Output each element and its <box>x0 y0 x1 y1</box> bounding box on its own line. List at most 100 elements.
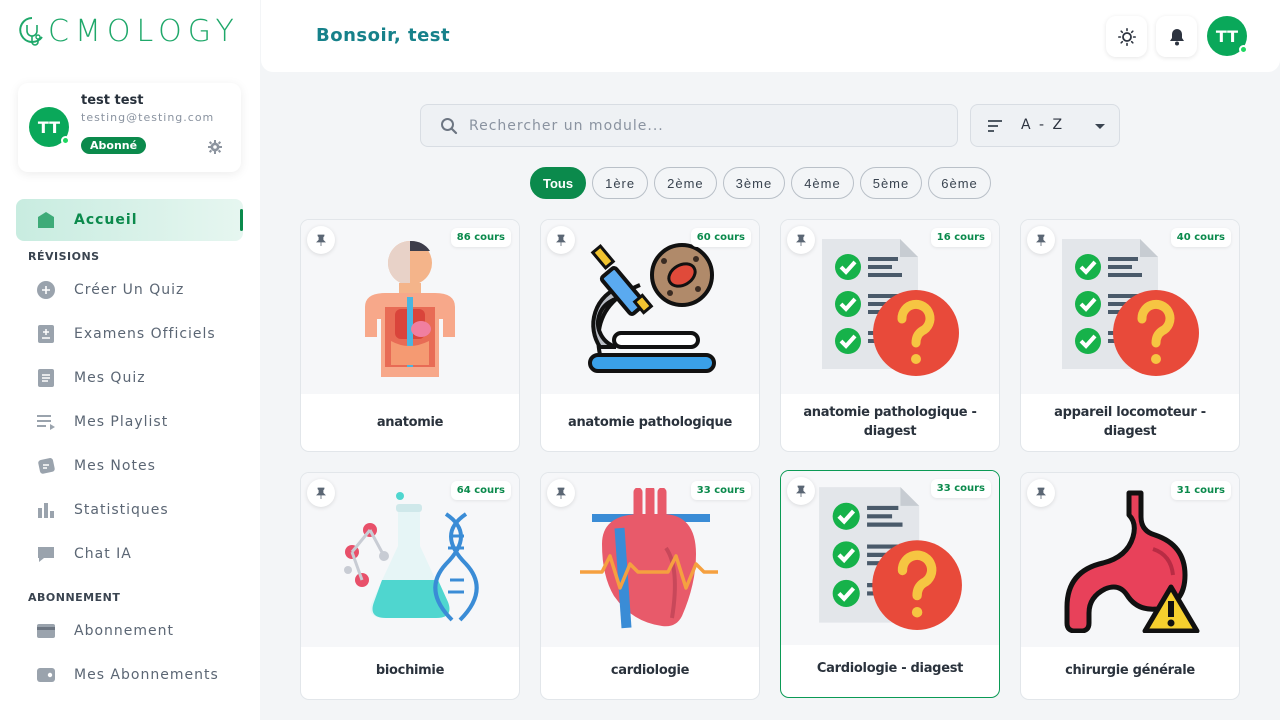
course-count-badge: 33 cours <box>930 479 991 498</box>
card-icon <box>36 621 56 641</box>
sidebar-item-mes-abonnements[interactable]: Mes Abonnements <box>36 663 219 687</box>
pin-button[interactable] <box>547 226 575 254</box>
pin-button[interactable] <box>1027 226 1055 254</box>
sidebar-item-label: Mes Quiz <box>74 370 146 386</box>
module-card[interactable]: 31 cours chirurgie générale <box>1020 472 1240 700</box>
sidebar-item-statistiques[interactable]: Statistiques <box>36 498 169 522</box>
pin-icon <box>1036 487 1046 499</box>
pin-icon <box>316 234 326 246</box>
stomach-warning-icon <box>1064 490 1200 633</box>
brand-logo[interactable]: CMOLOGY <box>18 14 240 49</box>
avatar-initials: TT <box>37 117 61 137</box>
pin-icon <box>316 487 326 499</box>
sidebar-item-label: Statistiques <box>74 502 169 518</box>
section-label-abonnement: ABONNEMENT <box>28 591 121 604</box>
pin-icon <box>556 234 566 246</box>
module-title: anatomie pathologique <box>568 414 732 430</box>
checklist-question-icon <box>819 487 962 630</box>
top-header: Bonsoir, test TT <box>261 0 1280 72</box>
module-card[interactable]: 64 cours biochimie <box>300 472 520 700</box>
profile-email: testing@testing.com <box>81 111 215 124</box>
plus-circle-icon <box>36 280 56 300</box>
sidebar-item-label: Examens Officiels <box>74 326 216 342</box>
stats-icon <box>36 500 56 520</box>
filter-chip-3eme[interactable]: 3ème <box>722 167 786 199</box>
search-bar <box>420 104 958 147</box>
sidebar-item-abonnement[interactable]: Abonnement <box>36 619 174 643</box>
chat-icon <box>36 544 56 564</box>
sidebar-item-label: Accueil <box>74 212 138 228</box>
sidebar-item-accueil[interactable]: Accueil <box>36 208 138 232</box>
course-count-badge: 86 cours <box>450 228 511 247</box>
filter-chip-2eme[interactable]: 2ème <box>654 167 717 199</box>
module-title: appareil locomoteur - diagest <box>1054 405 1206 439</box>
home-icon <box>36 210 56 230</box>
module-title: anatomie pathologique - diagest <box>803 405 977 439</box>
playlist-icon <box>36 412 56 432</box>
search-input[interactable] <box>469 113 939 139</box>
heart-icon <box>580 488 718 629</box>
active-indicator <box>240 209 243 231</box>
header-avatar[interactable]: TT <box>1207 16 1248 56</box>
filter-chip-6eme[interactable]: 6ème <box>928 167 991 199</box>
module-title: anatomie <box>376 414 444 430</box>
notifications-button[interactable] <box>1156 16 1197 57</box>
brand-name: CMOLOGY <box>48 14 240 49</box>
sidebar-item-label: Abonnement <box>74 623 175 639</box>
pin-icon <box>556 487 566 499</box>
sidebar-item-label: Mes Notes <box>74 458 156 474</box>
module-card[interactable]: 86 cours anatomie <box>300 219 520 452</box>
anatomy-body-icon <box>365 240 455 377</box>
sidebar-item-label: Mes Abonnements <box>74 667 219 683</box>
sort-select[interactable]: A - Z <box>970 104 1120 147</box>
module-title: biochimie <box>375 662 445 678</box>
greeting: Bonsoir, test <box>316 25 451 46</box>
course-count-badge: 31 cours <box>1170 481 1231 500</box>
filter-chip-tous[interactable]: Tous <box>530 167 587 199</box>
avatar-initials: TT <box>1215 26 1239 46</box>
filter-chip-5eme[interactable]: 5ème <box>859 167 923 199</box>
filter-chip-4eme[interactable]: 4ème <box>791 167 854 199</box>
pin-icon <box>796 234 806 246</box>
online-indicator <box>61 136 70 145</box>
sort-icon <box>988 120 1002 132</box>
section-label-revisions: RÉVISIONS <box>28 250 100 263</box>
sidebar-item-creer-quiz[interactable]: Créer Un Quiz <box>36 278 184 302</box>
checklist-question-icon <box>822 239 959 376</box>
pin-button[interactable] <box>547 479 575 507</box>
pin-button[interactable] <box>307 479 335 507</box>
pin-button[interactable] <box>787 477 815 505</box>
course-count-badge: 60 cours <box>690 228 751 247</box>
module-card[interactable]: 33 cours cardiologie <box>540 472 760 700</box>
module-card[interactable]: 33 cours Cardiologie - diagest <box>780 470 1000 698</box>
sidebar-item-chat-ia[interactable]: Chat IA <box>36 542 132 566</box>
sidebar-item-label: Créer Un Quiz <box>74 282 185 298</box>
wallet-icon <box>36 665 56 685</box>
pin-button[interactable] <box>1027 479 1055 507</box>
pin-icon <box>796 485 806 497</box>
filter-chip-1ere[interactable]: 1ère <box>592 167 649 199</box>
pin-icon <box>1036 234 1046 246</box>
module-card[interactable]: 40 cours appareil locomoteur - diagest <box>1020 219 1240 452</box>
module-card[interactable]: 16 cours anatomie pathologique - diagest <box>780 219 1000 452</box>
sidebar-item-mes-quiz[interactable]: Mes Quiz <box>36 366 146 390</box>
pin-button[interactable] <box>787 226 815 254</box>
search-icon <box>441 118 458 135</box>
sidebar-item-examens[interactable]: Examens Officiels <box>36 322 216 346</box>
sidebar-item-label: Chat IA <box>74 546 132 562</box>
exam-icon <box>36 324 56 344</box>
subscription-badge: Abonné <box>81 137 147 154</box>
theme-toggle-button[interactable] <box>1106 16 1147 57</box>
profile-name: test test <box>81 93 144 108</box>
module-card[interactable]: 60 cours anatomie pathologique <box>540 219 760 452</box>
profile-card: TT test test testing@testing.com Abonné <box>18 83 241 172</box>
sidebar-item-label: Mes Playlist <box>74 414 169 430</box>
bell-icon <box>1169 28 1184 45</box>
gear-icon[interactable] <box>208 140 222 154</box>
pin-button[interactable] <box>307 226 335 254</box>
stethoscope-logo-icon <box>19 16 43 46</box>
module-title: chirurgie générale <box>1065 662 1195 678</box>
sidebar-item-playlist[interactable]: Mes Playlist <box>36 410 168 434</box>
sidebar-item-notes[interactable]: Mes Notes <box>36 454 156 478</box>
avatar[interactable]: TT <box>29 107 70 147</box>
